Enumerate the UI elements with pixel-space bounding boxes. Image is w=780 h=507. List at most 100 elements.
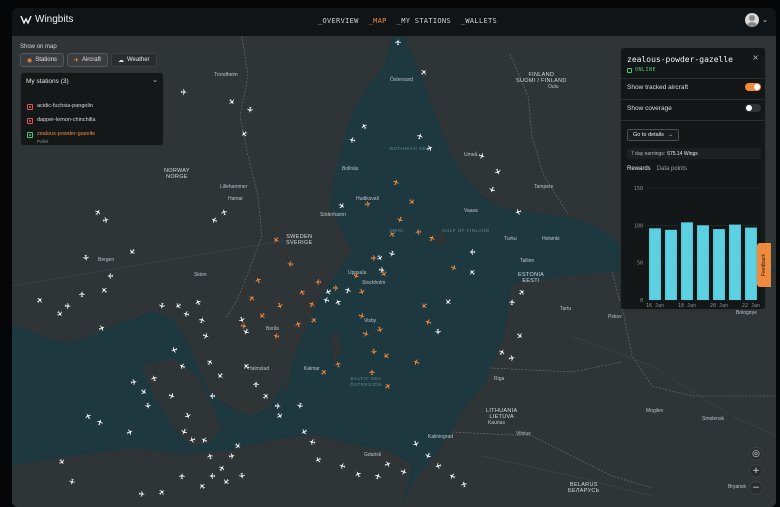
zoom-out-button[interactable]: − bbox=[749, 481, 763, 495]
rewards-chart: 0 50 100 150 16 Jan 18 Jan 20 Jan 22 Jan bbox=[634, 186, 760, 309]
layer-toggles: ◉ Stations ✈ Aircraft ☁ Weather bbox=[20, 53, 157, 67]
arrow-right-icon: → bbox=[667, 132, 674, 138]
online-status-icon bbox=[627, 67, 632, 73]
map-label-city: Östersund bbox=[390, 77, 414, 83]
map-label-city: Halmstad bbox=[248, 366, 270, 372]
locate-icon[interactable]: ◎ bbox=[749, 447, 763, 461]
map-label-sea: GULF OF FINLAND bbox=[442, 228, 490, 233]
map-label-country: SWEDEN SVERIGE bbox=[286, 234, 313, 246]
toggle-stations-button[interactable]: ◉ Stations bbox=[20, 53, 64, 67]
aircraft-icon: ✈ bbox=[73, 57, 79, 64]
online-status-icon bbox=[27, 132, 33, 138]
station-item-selected[interactable]: zealous-powder-gazelle Pollet bbox=[27, 131, 95, 144]
toggle-aircraft-button[interactable]: ✈ Aircraft bbox=[66, 53, 108, 67]
status-badge: ONLINE bbox=[627, 67, 656, 73]
chart-bar[interactable] bbox=[665, 229, 677, 300]
chart-bar[interactable] bbox=[713, 229, 725, 300]
nav-map[interactable]: _MAP bbox=[369, 17, 387, 25]
tab-data-points[interactable]: Data points bbox=[657, 166, 687, 172]
station-title: zealous-powder-gazelle bbox=[627, 55, 733, 64]
main-nav: _OVERVIEW _MAP _MY STATIONS _WALLETS bbox=[318, 17, 497, 25]
brand-logo[interactable]: Wingbits bbox=[20, 14, 73, 25]
map-label-sea: BOTHNIAN SEA bbox=[390, 146, 430, 151]
show-tracked-label: Show tracked aircraft bbox=[627, 83, 689, 91]
wingbits-logo-icon bbox=[20, 15, 32, 25]
chart-bar[interactable] bbox=[681, 222, 693, 300]
chart-bar[interactable] bbox=[745, 227, 757, 300]
map-label-city: Tartu bbox=[560, 306, 572, 312]
earnings-box: 7 day earnings: 675.14 Wings bbox=[627, 148, 761, 159]
map-label-city: Kalmar bbox=[304, 366, 320, 372]
chart-bar[interactable] bbox=[649, 228, 661, 300]
show-coverage-toggle[interactable] bbox=[745, 104, 761, 112]
feedback-tab[interactable]: Feedback bbox=[757, 243, 771, 287]
detail-tabs: Rewards Data points bbox=[627, 166, 687, 172]
map-label-city: Stockholm bbox=[362, 280, 386, 286]
zoom-in-button[interactable]: + bbox=[749, 464, 763, 478]
close-icon[interactable]: × bbox=[752, 53, 759, 62]
map-label-city: Hudiksvall bbox=[356, 196, 379, 202]
chart-y-tick-label: 100 bbox=[634, 223, 643, 229]
nav-wallets[interactable]: _WALLETS bbox=[461, 17, 497, 25]
land-germany-poland bbox=[12, 434, 412, 507]
station-name: acidic-fuchsia-pangolin bbox=[37, 103, 93, 109]
divider bbox=[621, 99, 767, 100]
toggle-stations-label: Stations bbox=[35, 57, 57, 63]
user-avatar-icon[interactable] bbox=[745, 13, 760, 27]
map-label-city: Vaasa bbox=[464, 208, 478, 214]
chart-x-tick-label: 16 Jan bbox=[646, 303, 664, 309]
tab-rewards[interactable]: Rewards bbox=[627, 166, 651, 172]
go-to-details-button[interactable]: Go to details → bbox=[627, 129, 680, 141]
show-tracked-toggle[interactable] bbox=[745, 83, 761, 91]
earnings-value: 675.14 Wings bbox=[667, 150, 698, 157]
brand-name: Wingbits bbox=[35, 14, 74, 25]
my-stations-title: My stations (3) bbox=[26, 78, 69, 85]
map-label-city: Trondheim bbox=[214, 72, 238, 78]
map-label-city: Kaunas bbox=[488, 420, 505, 426]
station-item[interactable]: acidic-fuchsia-pangolin bbox=[27, 103, 93, 110]
cloud-icon: ☁ bbox=[117, 57, 124, 64]
map-label-city: Gdańsk bbox=[364, 452, 382, 458]
map-label-city: Smolensk bbox=[702, 416, 724, 422]
map-label-city: Bryansk bbox=[728, 484, 747, 490]
station-item[interactable]: dapper-lemon-chinchilla bbox=[27, 117, 95, 124]
map-label-sea: MERI bbox=[390, 228, 404, 233]
user-menu[interactable]: ⌄ bbox=[745, 13, 768, 27]
map-label-city: Helsinki bbox=[542, 236, 560, 242]
map-label-city: Tallinn bbox=[520, 258, 535, 264]
offline-status-icon bbox=[27, 104, 33, 110]
nav-my-stations[interactable]: _MY STATIONS bbox=[397, 17, 451, 25]
chart-bar[interactable] bbox=[729, 224, 741, 300]
station-location: Pollet bbox=[37, 139, 49, 144]
status-text: ONLINE bbox=[635, 67, 657, 73]
chart-y-tick-label: 50 bbox=[637, 261, 643, 267]
map-label-city: Pskov bbox=[608, 314, 622, 320]
chart-y-tick-label: 0 bbox=[640, 298, 643, 304]
map-label-sea: BALTIC SEA ÖSTERSJÖN bbox=[350, 376, 383, 387]
map-label-city: Söderhamn bbox=[320, 212, 346, 218]
station-name: zealous-powder-gazelle bbox=[37, 131, 96, 137]
map-label-city: Vilnius bbox=[516, 431, 531, 437]
map-label-city: Oulu bbox=[548, 84, 559, 90]
station-detail-panel: zealous-powder-gazelle × ONLINE Show tra… bbox=[620, 47, 767, 310]
map-label-city: Bergen bbox=[98, 257, 115, 263]
chevron-down-icon[interactable]: ⌄ bbox=[152, 76, 158, 84]
map-label-city: Riga bbox=[494, 376, 505, 382]
my-stations-panel: My stations (3) ⌄ acidic-fuchsia-pangoli… bbox=[20, 72, 164, 146]
toggle-weather-button[interactable]: ☁ Weather bbox=[110, 53, 157, 67]
nav-overview[interactable]: _OVERVIEW bbox=[318, 17, 359, 25]
earnings-label: 7 day earnings: bbox=[631, 150, 666, 157]
map-label-city: Turku bbox=[504, 236, 517, 242]
chart-bar[interactable] bbox=[697, 225, 709, 300]
map-label-country: FINLAND SUOMI / FINLAND bbox=[516, 72, 567, 84]
toggle-weather-label: Weather bbox=[126, 57, 150, 63]
map-label-city: Hamar bbox=[228, 196, 244, 202]
offline-status-icon bbox=[27, 118, 33, 124]
chart-x-tick-label: 18 Jan bbox=[678, 303, 696, 309]
top-navigation-bar: Wingbits _OVERVIEW _MAP _MY STATIONS _WA… bbox=[12, 8, 776, 36]
station-icon: ◉ bbox=[27, 57, 33, 64]
show-coverage-label: Show coverage bbox=[627, 104, 672, 112]
chevron-down-icon[interactable]: ⌄ bbox=[762, 16, 768, 24]
toggle-aircraft-label: Aircraft bbox=[81, 57, 101, 63]
station-name: dapper-lemon-chinchilla bbox=[37, 117, 96, 123]
